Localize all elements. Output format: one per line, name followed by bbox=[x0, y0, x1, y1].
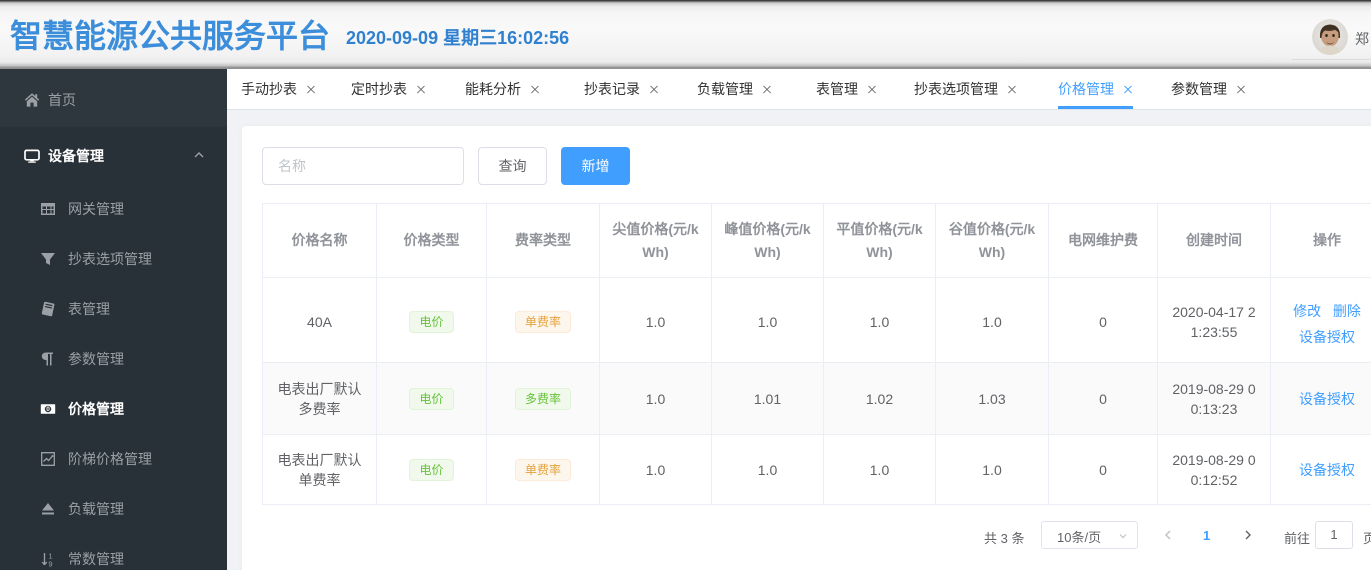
svg-text:9: 9 bbox=[48, 560, 52, 568]
svg-text:0: 0 bbox=[46, 406, 50, 413]
